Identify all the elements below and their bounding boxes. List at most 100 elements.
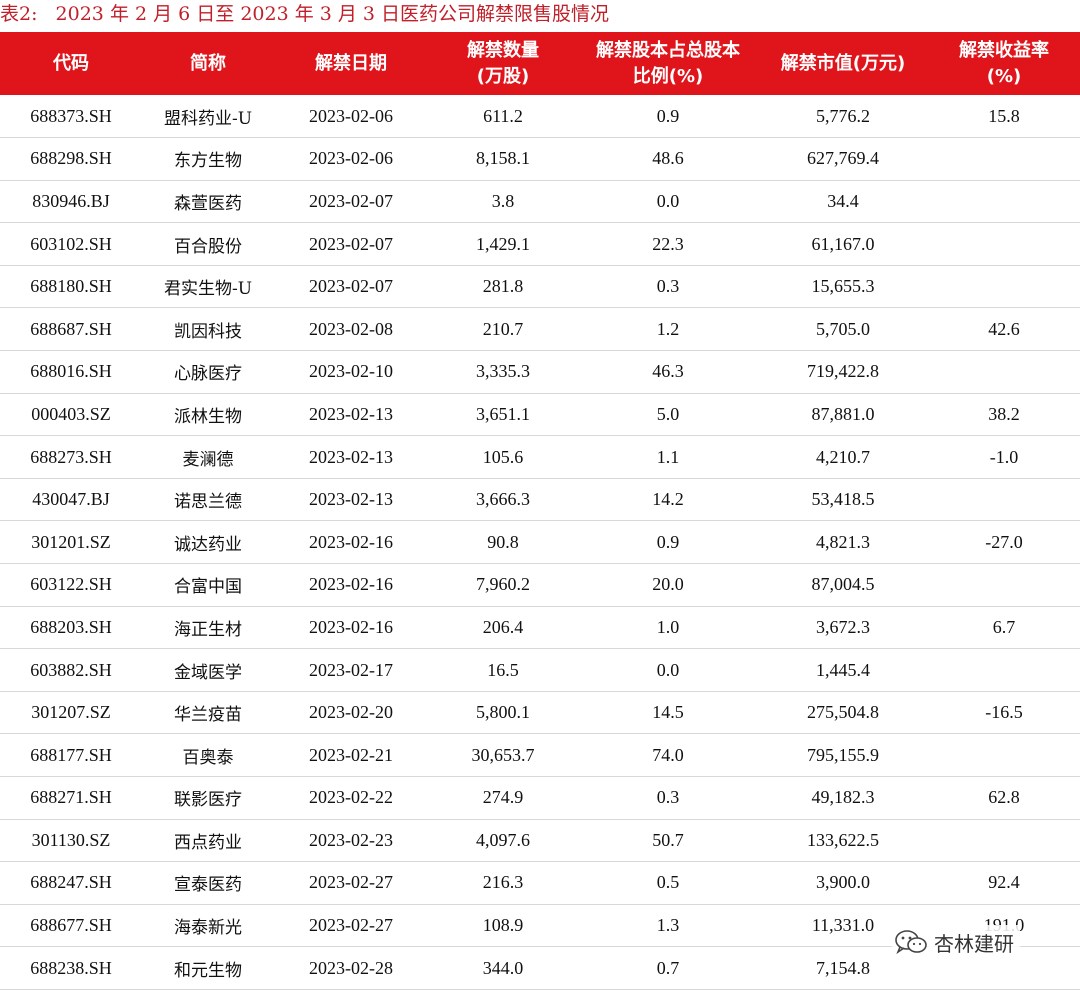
table-cell: -27.0 [985,531,1023,552]
table-cell: 0.0 [656,190,680,211]
table-cell: 4,097.6 [476,829,530,850]
table-cell [928,351,1080,394]
table-cell: 0.9 [656,105,680,126]
table-cell: 1.0 [656,616,680,637]
table-cell: 62.8 [988,787,1020,808]
table-cell: 603882.SH [30,659,112,680]
table-cell: 凯因科技 [174,321,242,342]
table-cell: 5.0 [656,403,680,424]
table-cell: 627,769.4 [807,148,879,169]
table-cell: 5,776.2 [816,105,870,126]
table-cell: 2023-02-13 [309,446,393,467]
column-header: 解禁日期 [315,52,387,74]
table-cell: 3,335.3 [476,361,530,382]
table-cell: 1,429.1 [476,233,530,254]
table-cell: 688016.SH [30,361,112,382]
table-row: 603122.SH 合富中国 2023-02-16 7,960.2 20.0 87,004… [0,564,1080,607]
table-number: 表2: [0,3,38,25]
table-cell: 2023-02-13 [309,489,393,510]
wechat-icon [895,930,927,955]
table-cell: 688180.SH [30,276,112,297]
table-cell: 61,167.0 [811,233,875,254]
table-cell: 百奥泰 [182,747,234,768]
table-cell: 2023-02-16 [309,531,393,552]
table-cell: 611.2 [483,105,523,126]
column-header: 解禁股本占总股本 比例(%) [596,39,740,87]
table-cell: 603122.SH [30,574,112,595]
table-cell: 8,158.1 [476,148,530,169]
table-cell: 心脉医疗 [174,364,242,385]
table-cell: 2023-02-07 [309,233,393,254]
table-cell: 301207.SZ [31,702,111,723]
table-cell: 2023-02-21 [309,744,393,765]
table-cell: 5,705.0 [816,318,870,339]
table-row: 688687.SH 凯因科技 2023-02-08 210.7 1.2 5,705.0 42… [0,308,1080,351]
table-cell: 74.0 [652,744,684,765]
table-cell: 诚达药业 [174,534,242,555]
table-cell: 0.3 [656,787,680,808]
table-cell: 688298.SH [30,148,112,169]
table-cell: 2023-02-06 [309,148,393,169]
table-cell: 30,653.7 [471,744,535,765]
table-cell: 34.4 [827,190,859,211]
table-cell: 108.9 [482,915,524,936]
table-cell [928,265,1080,308]
table-cell [928,734,1080,777]
column-header: 简称 [190,52,226,74]
table-cell: 2023-02-23 [309,829,393,850]
table-row: 430047.BJ 诺思兰德 2023-02-13 3,666.3 14.2 53,418… [0,478,1080,521]
table-cell: 2023-02-16 [309,574,393,595]
table-cell: 0.7 [656,957,680,978]
column-header: 解禁市值(万元) [780,52,906,74]
table-row: 301130.SZ 西点药业 2023-02-23 4,097.6 50.7 133,62… [0,819,1080,862]
table-cell: 92.4 [988,872,1020,893]
table-cell: 688238.SH [30,957,112,978]
table-cell: 合富中国 [174,577,242,598]
table-cell: 7,960.2 [476,574,530,595]
table-cell: 2023-02-27 [309,915,393,936]
table-row: 688373.SH 盟科药业-U 2023-02-06 611.2 0.9 5,776.2… [0,95,1080,138]
table-cell: 3,666.3 [476,489,530,510]
table-cell: 西点药业 [174,832,242,853]
table-cell: 3,651.1 [476,403,530,424]
table-row: 688177.SH 百奥泰 2023-02-21 30,653.7 74.0 795,15… [0,734,1080,777]
table-row: 830946.BJ 森萱医药 2023-02-07 3.8 0.0 34.4 [0,180,1080,223]
table-row: 688016.SH 心脉医疗 2023-02-10 3,335.3 46.3 719,42… [0,351,1080,394]
table-cell: 688177.SH [30,744,112,765]
table-cell: 金域医学 [174,662,242,683]
table-cell: 42.6 [988,318,1020,339]
table-cell: 210.7 [482,318,524,339]
table-cell: 53,418.5 [811,489,875,510]
table-cell: 830946.BJ [32,190,110,211]
table-cell: 6.7 [992,616,1016,637]
table-cell: 688273.SH [30,446,112,467]
table-cell: 4,821.3 [816,531,870,552]
table-cell: 海泰新光 [174,918,242,939]
watermark-text: 杏林建研 [934,931,1014,956]
table-cell: 48.6 [652,148,684,169]
table-row: 688247.SH 宣泰医药 2023-02-27 216.3 0.5 3,900.0 92… [0,862,1080,905]
table-cell: 795,155.9 [807,744,879,765]
table-cell [928,223,1080,266]
table-cell: 4,210.7 [816,446,870,467]
table-cell: 344.0 [482,957,524,978]
table-cell: 90.8 [487,531,519,552]
table-cell: 2023-02-17 [309,659,393,680]
table-cell: 联影医疗 [174,790,242,811]
table-cell: 1.3 [656,915,680,936]
table-cell: 49,182.3 [811,787,875,808]
table-cell: 0.3 [656,276,680,297]
table-cell: 2023-02-16 [309,616,393,637]
table-cell: 2023-02-22 [309,787,393,808]
table-cell: 森萱医药 [174,193,242,214]
table-cell: 20.0 [652,574,684,595]
column-header: 解禁收益率 (%) [959,39,1049,87]
table-cell: 87,004.5 [811,574,875,595]
table-cell: 301201.SZ [31,531,111,552]
table-cell: 百合股份 [174,236,242,257]
header-row: 代码 简称 解禁日期 解禁数量 (万股) 解禁股本占总股本 比例(%) 解禁市值(万元) 解禁收… [0,32,1080,95]
table-cell: 2023-02-08 [309,318,393,339]
table-cell: 38.2 [988,403,1020,424]
table-cell: 000403.SZ [31,403,111,424]
table-cell: 2023-02-27 [309,872,393,893]
